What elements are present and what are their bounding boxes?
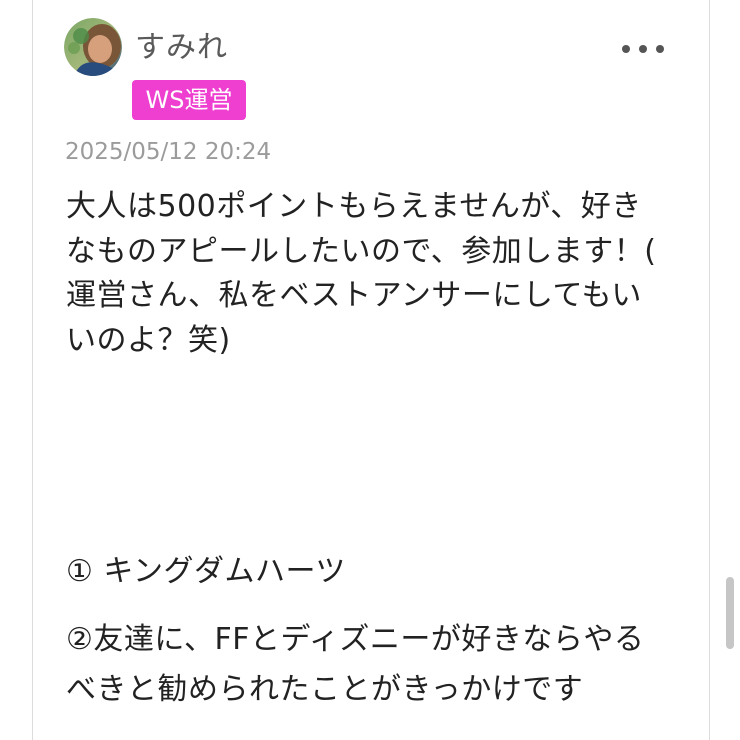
answer-item-1: ① キングダムハーツ	[66, 554, 346, 589]
avatar-photo-icon	[64, 18, 122, 76]
more-horizontal-icon	[639, 45, 647, 53]
post-body: 大人は500ポイントもらえませんが、好き なものアピールしたいので、参加します！…	[66, 189, 657, 358]
answer-item-2: ②友達に、FFとディズニーが好きならやる べきと勧められたことがきっかけです	[66, 622, 645, 707]
more-horizontal-icon	[656, 45, 664, 53]
role-badge: WS運営	[132, 80, 246, 120]
post-page: すみれ WS運営 2025/05/12 20:24 大人は500ポイントもらえま…	[0, 0, 740, 740]
more-horizontal-icon	[622, 45, 630, 53]
avatar[interactable]	[64, 18, 122, 76]
author-name[interactable]: すみれ	[135, 28, 228, 68]
more-options-button[interactable]	[622, 36, 664, 62]
vertical-scrollbar[interactable]	[726, 577, 734, 649]
post-timestamp: 2025/05/12 20:24	[65, 139, 272, 165]
